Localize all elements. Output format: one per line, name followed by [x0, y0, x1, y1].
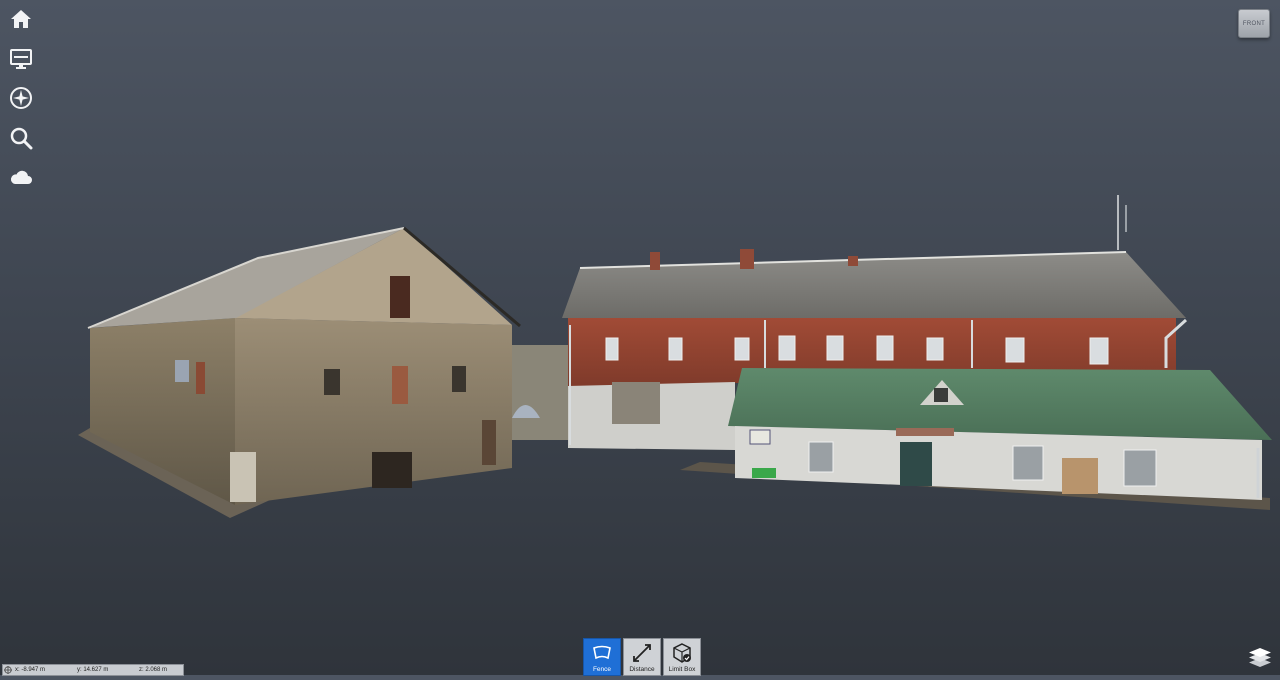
- limit-box-tool-label: Limit Box: [668, 666, 696, 673]
- view-cube-label: FRONT: [1242, 20, 1266, 27]
- distance-tool-label: Distance: [629, 666, 655, 673]
- limit-box-tool-button[interactable]: Limit Box: [663, 638, 701, 676]
- monitor-icon: [10, 48, 32, 69]
- screen-button[interactable]: [8, 46, 34, 72]
- building-point-cloud-render: [78, 195, 1272, 518]
- coord-z: z: 2.068 m: [139, 667, 168, 673]
- search-button[interactable]: [8, 125, 34, 151]
- view-cube[interactable]: FRONT: [1238, 9, 1270, 38]
- home-button[interactable]: [8, 6, 34, 32]
- crosshair-icon: [4, 666, 12, 674]
- navigation-button[interactable]: [8, 85, 34, 111]
- coord-x: x: -8.947 m: [15, 667, 46, 673]
- cloud-icon: [10, 170, 32, 184]
- limit-box-icon: [673, 643, 691, 663]
- distance-icon: [633, 644, 651, 662]
- layers-button[interactable]: [1247, 645, 1273, 669]
- point-cloud-button[interactable]: [8, 164, 34, 190]
- measurement-toolbar: Fence Distance Limit Box: [583, 638, 701, 676]
- compass-icon: [10, 87, 32, 109]
- home-icon: [11, 10, 31, 28]
- distance-tool-button[interactable]: Distance: [623, 638, 661, 676]
- layers-icon: [1249, 648, 1271, 667]
- left-toolbar: [8, 6, 34, 204]
- coordinate-readout: x: -8.947 m y: 14.627 m z: 2.068 m: [2, 664, 184, 676]
- fence-icon: [593, 645, 611, 660]
- fence-tool-label: Fence: [592, 666, 612, 673]
- fence-tool-button[interactable]: Fence: [583, 638, 621, 676]
- coord-y: y: 14.627 m: [77, 667, 109, 673]
- point-cloud-viewport[interactable]: [0, 0, 1280, 675]
- search-icon: [10, 127, 33, 149]
